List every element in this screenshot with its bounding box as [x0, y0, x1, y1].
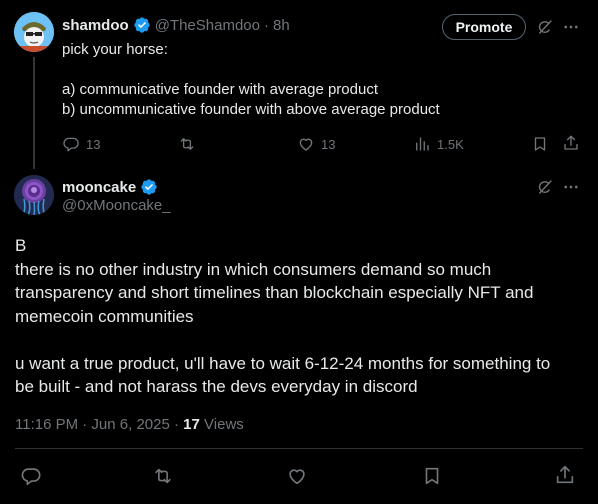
- verified-badge-icon: [141, 179, 157, 195]
- jellyfish-avatar-image: [14, 175, 54, 215]
- tweet-text-line: a) communicative founder with average pr…: [62, 81, 378, 98]
- share-button[interactable]: [554, 464, 576, 486]
- tweet-text-line: [62, 60, 582, 80]
- tweet-text-line: B: [15, 236, 27, 255]
- author-handle[interactable]: @TheShamdoo: [155, 17, 260, 34]
- bookmark-button[interactable]: [421, 465, 443, 487]
- tweet-text-line: b) uncommunicative founder with above av…: [62, 101, 440, 118]
- cartoon-avatar-image: [14, 12, 54, 52]
- views-button[interactable]: 1.5K: [413, 135, 464, 153]
- more-icon: [564, 25, 578, 29]
- repost-button[interactable]: [151, 465, 175, 487]
- grok-button[interactable]: [536, 178, 554, 196]
- repost-button[interactable]: [177, 135, 203, 153]
- share-icon: [556, 465, 574, 484]
- reply-icon: [63, 137, 79, 152]
- author-name[interactable]: shamdoo: [62, 17, 129, 34]
- reply-count: 13: [86, 136, 101, 152]
- like-count: 13: [321, 136, 336, 152]
- grok-icon: [538, 180, 552, 194]
- parent-tweet-header: shamdoo @TheShamdoo · 8h: [62, 15, 290, 35]
- promote-button[interactable]: Promote: [442, 14, 526, 40]
- tweet-text-line: there is no other industry in which cons…: [15, 259, 492, 279]
- share-button[interactable]: [562, 134, 580, 152]
- parent-tweet-text: pick your horse: a) communicative founde…: [62, 40, 582, 120]
- verified-badge-icon: [134, 17, 150, 33]
- author-handle[interactable]: @0xMooncake_: [62, 197, 171, 214]
- repost-icon: [155, 468, 171, 484]
- reply-button[interactable]: [20, 465, 42, 487]
- bookmark-button[interactable]: [531, 135, 549, 153]
- reply-tweet-header: mooncake: [62, 177, 158, 197]
- reply-tweet-text: B there is no other industry in which co…: [15, 234, 585, 399]
- views-count: 17: [183, 416, 200, 433]
- more-options-button[interactable]: [562, 178, 580, 196]
- reply-icon: [21, 468, 41, 486]
- avatar-mooncake[interactable]: [14, 175, 54, 215]
- share-icon: [564, 135, 578, 150]
- thread-connector-line: [33, 57, 35, 169]
- more-icon: [564, 185, 578, 189]
- tweet-text-line: pick your horse:: [62, 41, 168, 58]
- views-icon: [416, 137, 429, 151]
- like-button[interactable]: [286, 465, 308, 487]
- like-button[interactable]: 13: [297, 135, 335, 153]
- divider: [15, 448, 583, 449]
- grok-button[interactable]: [536, 18, 554, 36]
- tweet-metadata: 11:16 PM · Jun 6, 2025 · 17 Views: [15, 416, 244, 433]
- tweet-text-line: transparency and short timelines than bl…: [15, 283, 534, 302]
- meta-separator: ·: [263, 16, 269, 34]
- tweet-text-line: be built - and not harass the devs every…: [15, 377, 418, 396]
- grok-icon: [538, 20, 552, 34]
- bookmark-icon: [534, 137, 546, 151]
- meta-separator: ·: [169, 416, 184, 433]
- tweet-text-line: u want a true product, u'll have to wait…: [15, 353, 551, 373]
- bookmark-icon: [425, 467, 439, 485]
- views-label: Views: [204, 416, 244, 433]
- tweet-time[interactable]: 8h: [273, 17, 290, 34]
- tweet-text-line: memecoin communities: [15, 306, 194, 326]
- tweet-timestamp[interactable]: 11:16 PM · Jun 6, 2025: [15, 416, 170, 433]
- reply-button[interactable]: 13: [62, 135, 100, 153]
- repost-icon: [180, 138, 194, 150]
- heart-icon: [299, 138, 313, 151]
- author-name[interactable]: mooncake: [62, 179, 136, 196]
- views-count: 1.5K: [437, 136, 464, 152]
- avatar-shamdoo[interactable]: [14, 12, 54, 52]
- more-options-button[interactable]: [562, 18, 580, 36]
- heart-icon: [289, 469, 305, 485]
